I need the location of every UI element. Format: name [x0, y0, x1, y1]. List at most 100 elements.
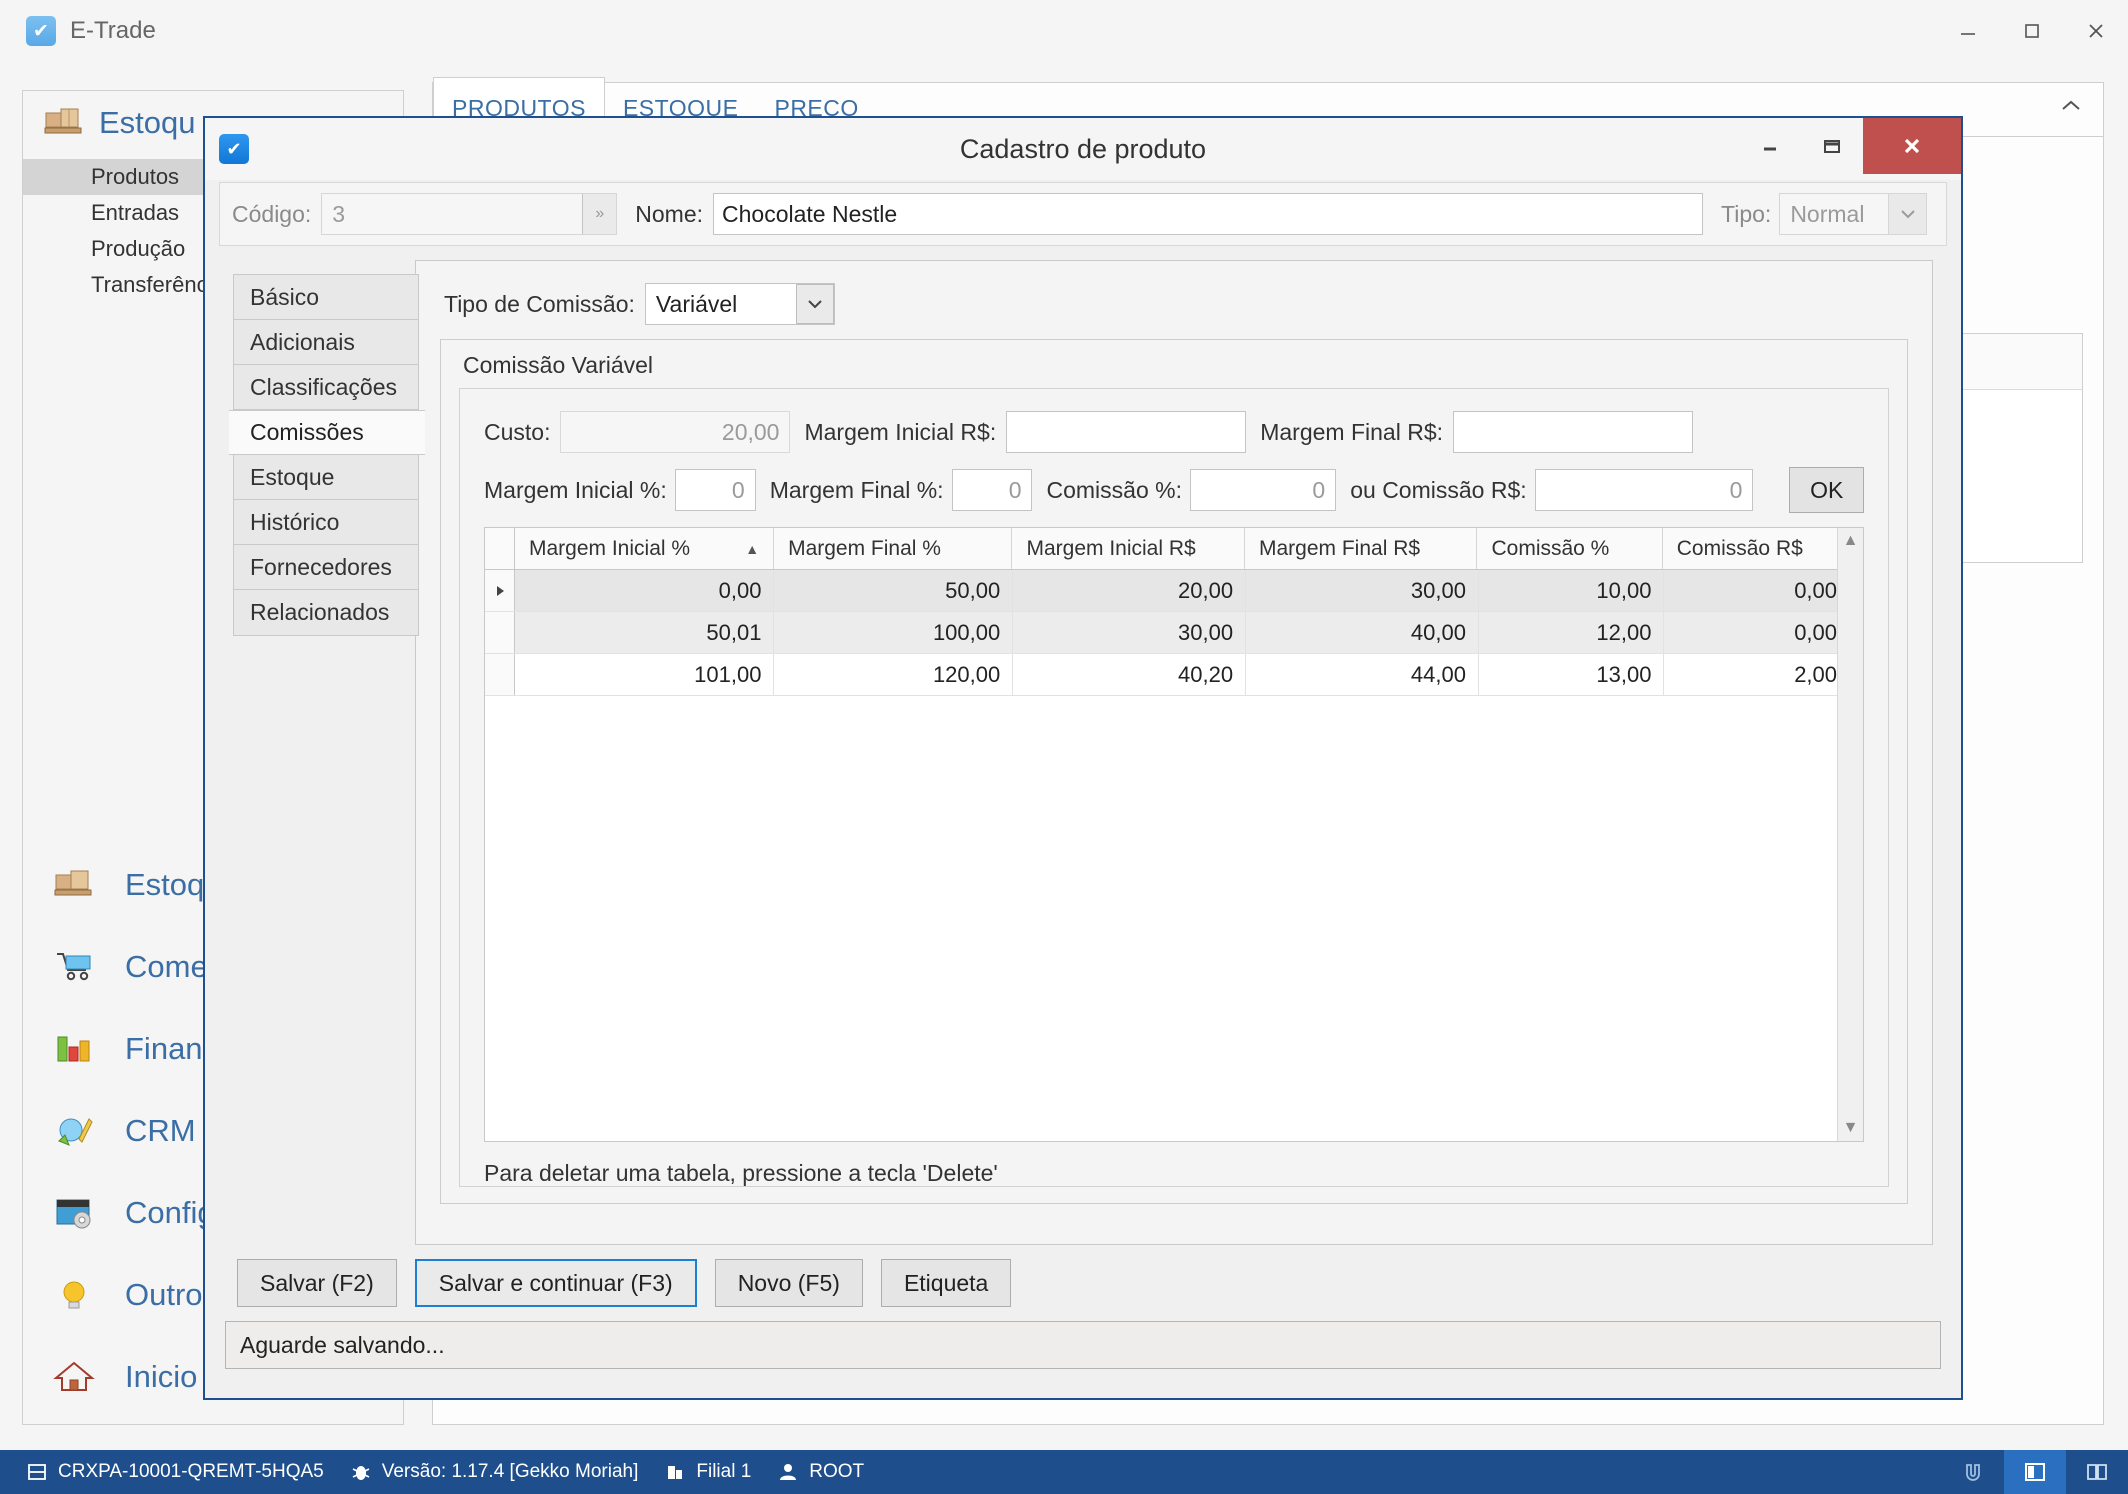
button-label: Salvar (F2) [260, 1270, 374, 1297]
vtab-comissoes[interactable]: Comissões [229, 410, 425, 455]
tipo-value: Normal [1780, 201, 1888, 228]
sidebar-module-label: Config [125, 1195, 215, 1231]
cell-margem-inicial-pct: 0,00 [515, 570, 774, 611]
dialog-footer-buttons: Salvar (F2) Salvar e continuar (F3) Novo… [219, 1245, 1947, 1307]
boxes-icon [53, 865, 95, 905]
comissao-pct-field[interactable]: 0 [1190, 469, 1336, 511]
tipo-comissao-label: Tipo de Comissão: [444, 291, 635, 318]
vtab-estoque[interactable]: Estoque [234, 455, 418, 500]
vtab-adicionais[interactable]: Adicionais [234, 320, 418, 365]
table-row[interactable]: 50,01 100,00 30,00 40,00 12,00 0,00 [485, 612, 1863, 654]
double-chevron-right-icon[interactable]: » [582, 194, 616, 234]
taskbar-user[interactable]: ROOT [777, 1461, 864, 1483]
margem-final-rs-field[interactable] [1453, 411, 1693, 453]
caret-up-icon[interactable]: ▲ [1843, 532, 1859, 550]
comissao-rs-field[interactable]: 0 [1535, 469, 1754, 511]
app-logo-icon: ✔ [26, 16, 56, 46]
taskbar-machine[interactable]: CRXPA-10001-QREMT-5HQA5 [26, 1461, 324, 1483]
comissoes-tab-page: Tipo de Comissão: Variável Comissão Vari… [415, 260, 1933, 1245]
vtab-label: Adicionais [250, 329, 355, 356]
novo-button[interactable]: Novo (F5) [715, 1259, 863, 1307]
lightbulb-icon [53, 1275, 95, 1315]
taskbar-filial-label: Filial 1 [696, 1461, 751, 1483]
comissao-pct-value: 0 [1312, 477, 1325, 504]
cell-comissao-rs: 2,00 [1664, 654, 1850, 695]
button-label: Novo (F5) [738, 1270, 840, 1297]
taskbar-version[interactable]: Versão: 1.17.4 [Gekko Moriah] [350, 1461, 639, 1483]
margem-final-pct-field[interactable]: 0 [952, 469, 1033, 511]
cell-comissao-rs: 0,00 [1664, 612, 1850, 653]
ok-button[interactable]: OK [1789, 467, 1864, 513]
row-header [485, 612, 515, 653]
custo-field[interactable]: 20,00 [560, 411, 790, 453]
comissao-rs-value: 0 [1730, 477, 1743, 504]
vtab-label: Relacionados [250, 599, 389, 626]
th-comissao-pct[interactable]: Comissão % [1477, 528, 1662, 569]
vtab-label: Estoque [250, 464, 334, 491]
codigo-label: Código: [232, 201, 311, 228]
chevron-down-icon[interactable] [1888, 194, 1926, 234]
th-label: Margem Final R$ [1259, 537, 1420, 561]
cell-margem-inicial-pct: 101,00 [515, 654, 774, 695]
cell-comissao-pct: 10,00 [1479, 570, 1665, 611]
sidebar-item-label: Produtos [91, 164, 179, 189]
vtab-label: Comissões [250, 419, 364, 446]
cell-margem-final-pct: 100,00 [774, 612, 1013, 653]
taskbar-machine-label: CRXPA-10001-QREMT-5HQA5 [58, 1461, 324, 1483]
panel-icon[interactable] [2004, 1450, 2066, 1494]
cell-margem-final-pct: 120,00 [774, 654, 1013, 695]
dialog-status-text: Aguarde salvando... [240, 1332, 445, 1359]
th-margem-inicial-rs[interactable]: Margem Inicial R$ [1012, 528, 1245, 569]
nome-field[interactable]: Chocolate Nestle [713, 193, 1703, 235]
vtab-relacionados[interactable]: Relacionados [234, 590, 418, 635]
th-margem-inicial-pct[interactable]: Margem Inicial % ▲ [515, 528, 774, 569]
minimize-icon[interactable] [1936, 0, 2000, 62]
book-icon[interactable] [2066, 1450, 2128, 1494]
vtab-basico[interactable]: Básico [234, 275, 418, 320]
vtab-historico[interactable]: Histórico [234, 500, 418, 545]
sidebar-item-label: Produção [91, 236, 185, 261]
table-row[interactable]: 101,00 120,00 40,20 44,00 13,00 2,00 [485, 654, 1863, 696]
maximize-icon[interactable] [2000, 0, 2064, 62]
th-label: Comissão % [1491, 537, 1609, 561]
margem-inicial-rs-field[interactable] [1006, 411, 1246, 453]
margem-inicial-pct-value: 0 [732, 477, 745, 504]
vtab-classificacoes[interactable]: Classificações [234, 365, 418, 410]
vtab-label: Classificações [250, 374, 397, 401]
salvar-e-continuar-button[interactable]: Salvar e continuar (F3) [415, 1259, 697, 1307]
etiqueta-button[interactable]: Etiqueta [881, 1259, 1011, 1307]
table-row[interactable]: 0,00 50,00 20,00 30,00 10,00 0,00 [485, 570, 1863, 612]
th-margem-final-pct[interactable]: Margem Final % [774, 528, 1012, 569]
cell-margem-inicial-rs: 20,00 [1013, 570, 1246, 611]
taskbar-user-label: ROOT [809, 1461, 864, 1483]
th-comissao-rs[interactable]: Comissão R$ [1663, 528, 1848, 569]
cell-margem-final-rs: 40,00 [1246, 612, 1479, 653]
codigo-field[interactable]: 3 » [321, 193, 617, 235]
comissao-inputs: Custo: 20,00 Margem Inicial R$: Margem F… [460, 389, 1888, 513]
salvar-button[interactable]: Salvar (F2) [237, 1259, 397, 1307]
chevron-up-icon[interactable] [2059, 97, 2083, 120]
row-header [485, 654, 515, 695]
tipo-select[interactable]: Normal [1779, 193, 1927, 235]
magnet-icon[interactable] [1942, 1450, 2004, 1494]
dialog-titlebar: ✔ Cadastro de produto [205, 118, 1961, 180]
cell-margem-final-pct: 50,00 [774, 570, 1013, 611]
bar-chart-icon [53, 1029, 95, 1069]
close-icon[interactable] [2064, 0, 2128, 62]
vtab-fornecedores[interactable]: Fornecedores [234, 545, 418, 590]
caret-down-icon[interactable]: ▼ [1843, 1119, 1859, 1137]
chevron-down-icon[interactable] [796, 284, 834, 324]
taskbar-version-label: Versão: 1.17.4 [Gekko Moriah] [382, 1461, 639, 1483]
th-margem-final-rs[interactable]: Margem Final R$ [1245, 528, 1478, 569]
codigo-value: 3 [322, 201, 582, 228]
app-title: E-Trade [70, 17, 156, 45]
dialog-tab-area: Básico Adicionais Classificações Comissõ… [219, 260, 1947, 1245]
taskbar-filial[interactable]: Filial 1 [664, 1461, 751, 1483]
ok-button-label: OK [1810, 477, 1843, 504]
cell-comissao-pct: 12,00 [1479, 612, 1665, 653]
tipo-comissao-select[interactable]: Variável [645, 283, 835, 325]
margem-inicial-pct-field[interactable]: 0 [675, 469, 756, 511]
table-scrollbar[interactable]: ▲ ▼ [1837, 528, 1863, 1141]
screen: ✔ E-Trade Estoqu [0, 0, 2128, 1494]
taskbar-right-buttons [1942, 1450, 2128, 1494]
